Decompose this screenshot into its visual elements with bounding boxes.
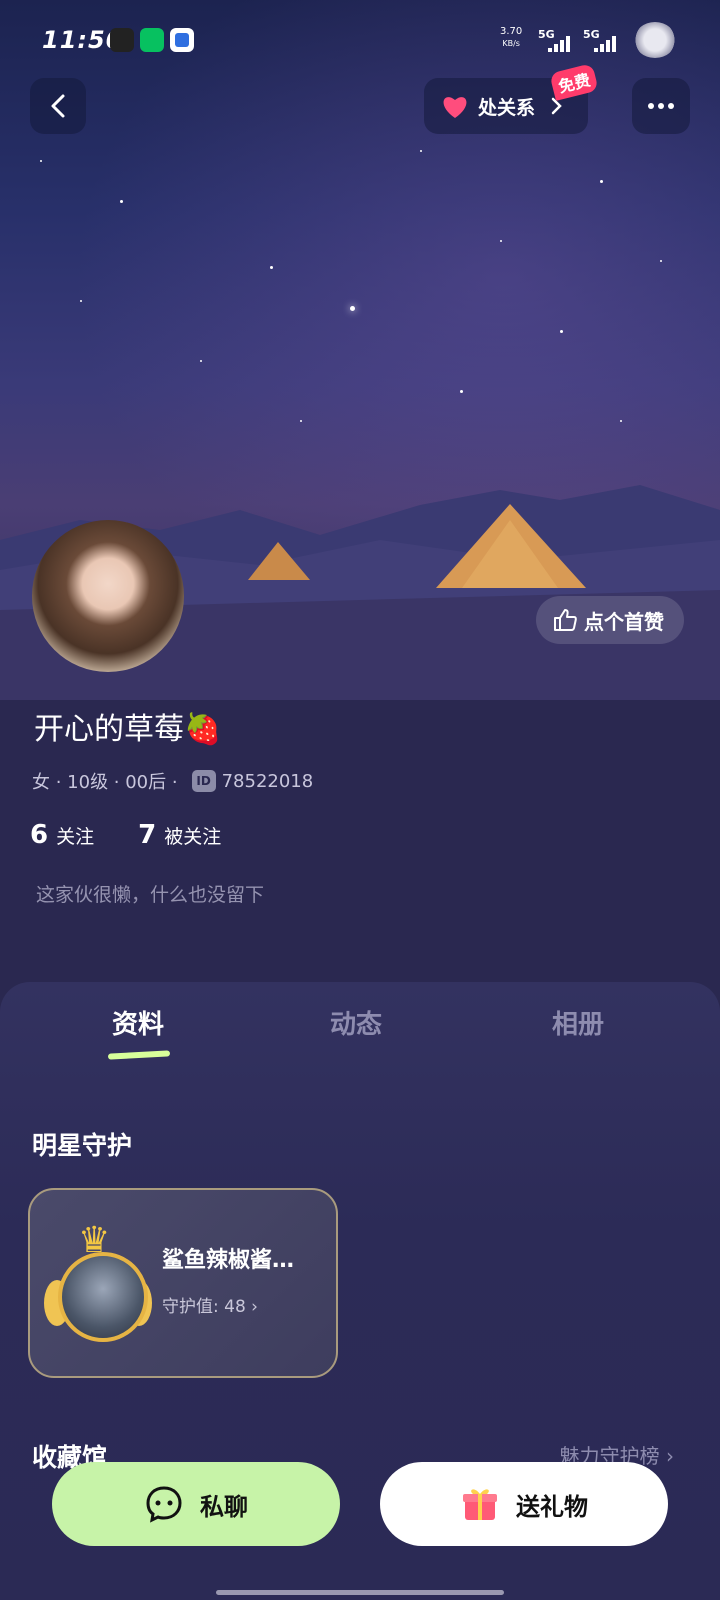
relationship-label: 处关系 [478, 96, 536, 119]
like-label: 点个首赞 [584, 609, 664, 634]
guard-card[interactable]: ♛ 鲨鱼辣椒酱… 守护值: 48 › [28, 1188, 338, 1378]
followers-count: 7 [138, 820, 157, 850]
profile-bio: 这家伙很懒，什么也没留下 [36, 884, 265, 906]
follow-stats: 6 关注 7 被关注 [30, 820, 221, 850]
more-button[interactable] [632, 78, 690, 134]
app-notification-icon [170, 28, 194, 52]
guard-name: 鲨鱼辣椒酱… [162, 1248, 295, 1273]
guard-value-label: 守护值: 48 [162, 1297, 246, 1317]
network-speed: 3.70 KB/s [500, 26, 523, 48]
profile-meta: 女 · 10级 · 00后 · ID 78522018 [32, 768, 313, 794]
following-count: 6 [30, 820, 49, 850]
app-notification-icon [110, 28, 134, 52]
send-gift-label: 送礼物 [516, 1492, 588, 1521]
status-bar: 11:50 3.70 KB/s 5G 5G [0, 22, 720, 62]
chat-bubble-icon [146, 1486, 182, 1523]
tab-profile[interactable]: 资料 [112, 1004, 164, 1041]
home-indicator[interactable] [216, 1590, 504, 1595]
followers-label: 被关注 [164, 826, 222, 848]
private-chat-label: 私聊 [200, 1492, 248, 1521]
id-badge-icon: ID [191, 770, 216, 792]
tab-album[interactable]: 相册 [552, 1004, 604, 1041]
private-chat-button[interactable]: 私聊 [52, 1462, 340, 1546]
chevron-right-icon: › [251, 1297, 258, 1317]
tab-moments[interactable]: 动态 [330, 1004, 382, 1041]
following-stat[interactable]: 6 关注 [30, 820, 94, 850]
chevron-right-icon: › [666, 1444, 674, 1468]
like-button[interactable]: 点个首赞 [536, 596, 684, 644]
profile-id[interactable]: 78522018 [222, 771, 314, 792]
heart-icon [443, 97, 467, 118]
send-gift-button[interactable]: 送礼物 [380, 1462, 668, 1546]
wechat-icon [140, 28, 164, 52]
followers-stat[interactable]: 7 被关注 [138, 820, 221, 850]
profile-avatar[interactable] [32, 520, 184, 672]
signal-icon [548, 36, 570, 52]
profile-meta-text: 女 · 10级 · 00后 · [32, 772, 178, 793]
chevron-left-icon [51, 94, 65, 118]
profile-name: 开心的草莓🍓 [34, 712, 222, 747]
guard-avatar [58, 1252, 148, 1342]
battery-rabbit-icon [634, 22, 676, 58]
gift-icon [463, 1489, 497, 1520]
signal-icon [594, 36, 616, 52]
following-label: 关注 [56, 826, 95, 848]
thumbs-up-icon [554, 609, 577, 631]
guard-section-title: 明星守护 [32, 1131, 133, 1160]
guard-value: 守护值: 48 › [162, 1292, 258, 1317]
back-button[interactable] [30, 78, 86, 134]
more-dots-icon [648, 103, 674, 109]
